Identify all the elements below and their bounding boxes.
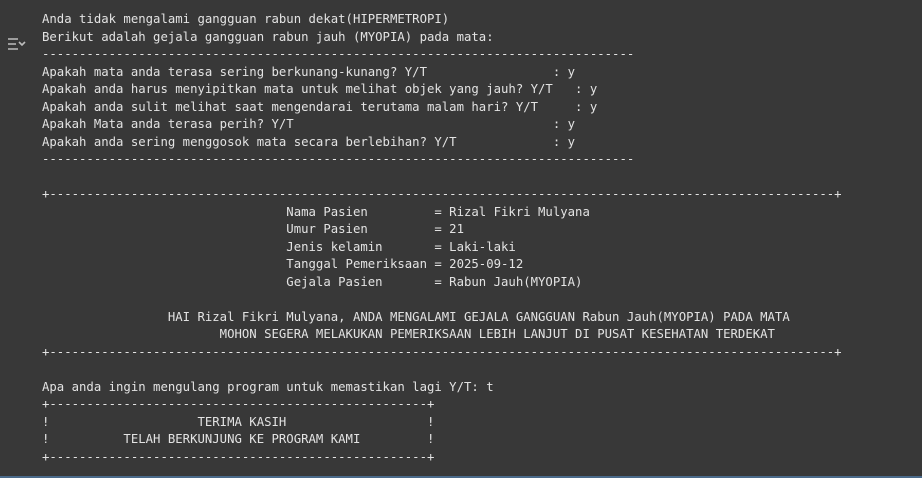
console-line: MOHON SEGERA MELAKUKAN PEMERIKSAAN LEBIH… <box>42 327 775 341</box>
console-line: ----------------------------------------… <box>42 47 635 61</box>
console-line: Anda tidak mengalami gangguan rabun deka… <box>42 12 450 26</box>
console-line: +---------------------------------------… <box>42 397 435 411</box>
console-line: Apakah anda harus menyipitkan mata untuk… <box>42 82 598 96</box>
console-line: HAI Rizal Fikri Mulyana, ANDA MENGALAMI … <box>42 309 790 324</box>
console-line: Apakah Mata anda terasa perih? Y/T : y <box>42 117 576 131</box>
console-line: Tanggal Pemeriksaan = 2025-09-12 <box>42 257 524 271</box>
console-line: ! TELAH BERKUNJUNG KE PROGRAM KAMI ! <box>42 432 435 446</box>
console-line: Apakah anda sering menggosok mata secara… <box>42 134 576 149</box>
console-line: Gejala Pasien = Rabun Jauh(MYOPIA) <box>42 274 583 289</box>
console-line: Nama Pasien = Rizal Fikri Mulyana <box>42 204 590 219</box>
console-line: Apakah mata anda terasa sering berkunang… <box>42 64 576 79</box>
cell-output-area: Anda tidak mengalami gangguan rabun deka… <box>0 0 922 478</box>
console-line: ----------------------------------------… <box>42 152 635 166</box>
console-line: +---------------------------------------… <box>42 449 435 464</box>
console-line: Apakah anda sulit melihat saat mengendar… <box>42 99 598 114</box>
console-line: Umur Pasien = 21 <box>42 222 464 236</box>
console-output: Anda tidak mengalami gangguan rabun deka… <box>42 11 842 466</box>
console-line: Apa anda ingin mengulang program untuk m… <box>42 379 494 394</box>
output-collapse-icon[interactable] <box>4 33 28 53</box>
console-line: Berikut adalah gejala gangguan rabun jau… <box>42 29 494 44</box>
console-line: +---------------------------------------… <box>42 344 842 359</box>
console-line: Jenis kelamin = Laki-laki <box>42 239 516 254</box>
console-line: +---------------------------------------… <box>42 187 842 201</box>
console-line: ! TERIMA KASIH ! <box>42 414 435 429</box>
